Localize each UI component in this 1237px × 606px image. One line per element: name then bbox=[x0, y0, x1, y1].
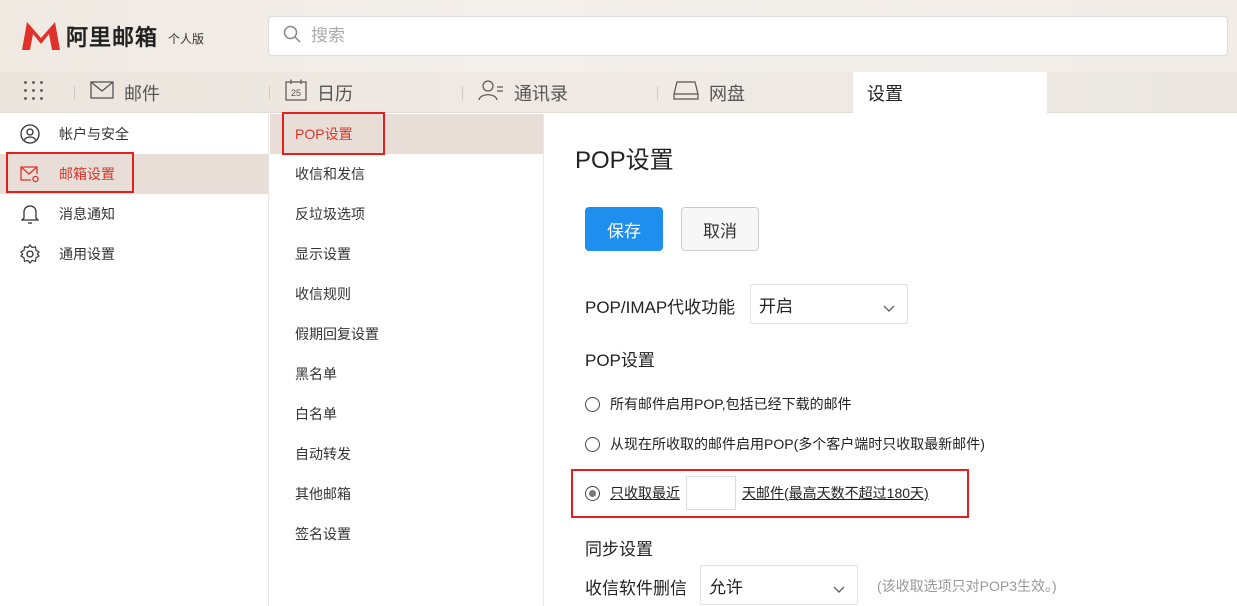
main-tabs: 邮件 25 日历 通讯录 网盘 设置 bbox=[0, 72, 1237, 114]
sidebar-item-label: 帐户与安全 bbox=[59, 126, 129, 142]
radio-label: 所有邮件启用POP,包括已经下载的邮件 bbox=[610, 396, 852, 412]
delete-mail-hint: (该收取选项只对POP3生效。) bbox=[877, 578, 1057, 594]
logo[interactable]: 阿里邮箱 个人版 bbox=[20, 20, 204, 52]
drive-icon bbox=[673, 80, 699, 105]
submenu-item-auto-forward[interactable]: 自动转发 bbox=[270, 434, 543, 474]
pop-option-recent-days[interactable]: 只收取最近 天邮件(最高天数不超过180天) bbox=[585, 476, 929, 510]
tab-contacts[interactable]: 通讯录 bbox=[462, 72, 568, 113]
mailbox-settings-submenu: POP设置 收信和发信 反垃圾选项 显示设置 收信规则 假期回复设置 黑名单 白… bbox=[270, 114, 544, 606]
recent-prefix-label: 只收取最近 bbox=[610, 485, 680, 501]
search-input[interactable] bbox=[311, 26, 1111, 46]
save-button[interactable]: 保存 bbox=[585, 207, 663, 251]
radio-button[interactable] bbox=[585, 396, 600, 412]
tab-mail[interactable]: 邮件 bbox=[74, 72, 160, 113]
pop-imap-label: POP/IMAP代收功能 bbox=[585, 298, 736, 317]
mail-icon bbox=[90, 81, 114, 104]
tab-calendar[interactable]: 25 日历 bbox=[269, 72, 353, 113]
sidebar-item-mailbox-settings[interactable]: 邮箱设置 bbox=[0, 154, 268, 194]
pop-imap-select[interactable]: 开启 bbox=[750, 284, 908, 324]
submenu-item-rules[interactable]: 收信规则 bbox=[270, 274, 543, 314]
page-title: POP设置 bbox=[575, 147, 674, 174]
delete-mail-select-value: 允许 bbox=[709, 577, 743, 597]
submenu-item-other-mailbox[interactable]: 其他邮箱 bbox=[270, 474, 543, 514]
tab-label: 日历 bbox=[317, 83, 353, 104]
top-header: 阿里邮箱 个人版 bbox=[0, 0, 1237, 72]
pop-section-heading: POP设置 bbox=[585, 351, 655, 370]
sidebar-item-general-settings[interactable]: 通用设置 bbox=[0, 234, 268, 274]
submenu-item-signature[interactable]: 签名设置 bbox=[270, 514, 543, 554]
calendar-icon: 25 bbox=[285, 79, 307, 106]
search-box[interactable] bbox=[268, 16, 1228, 56]
delete-mail-label: 收信软件删信 bbox=[585, 579, 687, 598]
submenu-item-blacklist[interactable]: 黑名单 bbox=[270, 354, 543, 394]
bell-icon bbox=[20, 204, 40, 224]
contacts-icon bbox=[478, 79, 504, 106]
radio-label: 从现在所收取的邮件启用POP(多个客户端时只收取最新邮件) bbox=[610, 436, 985, 452]
recent-days-input[interactable] bbox=[686, 476, 736, 510]
tab-divider bbox=[657, 86, 658, 100]
pop-settings-panel: POP设置 保存 取消 POP/IMAP代收功能 开启 POP设置 所有邮件启用… bbox=[545, 114, 1237, 606]
tab-label: 邮件 bbox=[124, 83, 160, 104]
submenu-item-send-receive[interactable]: 收信和发信 bbox=[270, 154, 543, 194]
logo-m-icon bbox=[20, 20, 62, 52]
tab-label: 通讯录 bbox=[514, 83, 568, 104]
sidebar-item-account-security[interactable]: 帐户与安全 bbox=[0, 114, 268, 154]
radio-button[interactable] bbox=[585, 436, 600, 452]
submenu-item-pop[interactable]: POP设置 bbox=[270, 114, 543, 154]
apps-grid-icon[interactable] bbox=[24, 81, 46, 103]
sidebar-item-label: 通用设置 bbox=[59, 246, 115, 262]
delete-mail-select[interactable]: 允许 bbox=[700, 565, 858, 605]
cancel-button[interactable]: 取消 bbox=[681, 207, 759, 251]
recent-suffix-label: 天邮件(最高天数不超过180天) bbox=[742, 485, 929, 501]
sidebar-item-label: 消息通知 bbox=[59, 206, 115, 222]
mail-settings-icon bbox=[20, 164, 40, 184]
tab-label: 网盘 bbox=[709, 83, 745, 104]
settings-sidebar: 帐户与安全 邮箱设置 消息通知 通用设置 bbox=[0, 114, 269, 606]
user-icon bbox=[20, 124, 40, 144]
search-icon bbox=[283, 25, 301, 48]
submenu-item-antispam[interactable]: 反垃圾选项 bbox=[270, 194, 543, 234]
sync-section-heading: 同步设置 bbox=[585, 540, 653, 559]
chevron-down-icon bbox=[883, 298, 895, 318]
pop-option-all[interactable]: 所有邮件启用POP,包括已经下载的邮件 bbox=[585, 394, 852, 414]
pop-imap-select-value: 开启 bbox=[759, 296, 793, 316]
submenu-item-whitelist[interactable]: 白名单 bbox=[270, 394, 543, 434]
sidebar-item-label: 邮箱设置 bbox=[59, 166, 115, 182]
svg-text:25: 25 bbox=[291, 88, 301, 98]
tab-divider bbox=[462, 86, 463, 100]
tab-settings[interactable]: 设置 bbox=[853, 72, 1047, 114]
tab-divider bbox=[74, 86, 75, 100]
radio-button-checked[interactable] bbox=[585, 485, 600, 501]
gear-icon bbox=[20, 244, 40, 264]
submenu-item-display[interactable]: 显示设置 bbox=[270, 234, 543, 274]
sidebar-item-notifications[interactable]: 消息通知 bbox=[0, 194, 268, 234]
tab-divider bbox=[269, 86, 270, 100]
chevron-down-icon bbox=[833, 579, 845, 599]
logo-name: 阿里邮箱 bbox=[66, 25, 159, 50]
logo-edition: 个人版 bbox=[168, 31, 205, 46]
tab-drive[interactable]: 网盘 bbox=[657, 72, 745, 113]
tab-label: 设置 bbox=[867, 84, 903, 104]
pop-option-from-now[interactable]: 从现在所收取的邮件启用POP(多个客户端时只收取最新邮件) bbox=[585, 434, 985, 454]
submenu-item-vacation-reply[interactable]: 假期回复设置 bbox=[270, 314, 543, 354]
